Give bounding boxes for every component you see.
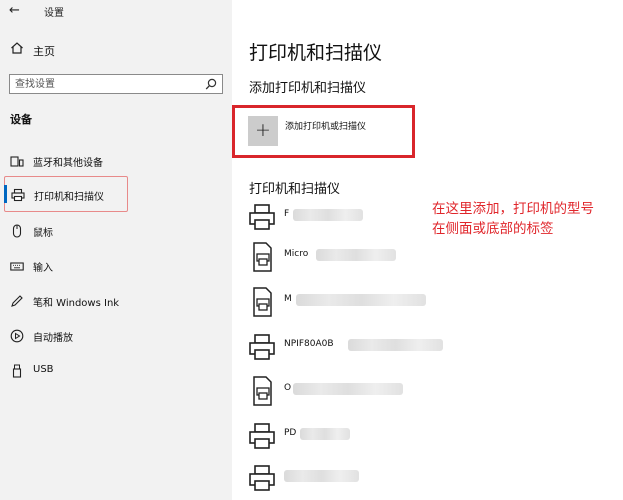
printer-list-item[interactable]: NPIF80A0B: [248, 331, 608, 367]
sidebar-item-label: 自动播放: [33, 333, 73, 344]
search-box[interactable]: [9, 74, 223, 94]
add-section-heading: 添加打印机和扫描仪: [249, 81, 367, 96]
sidebar-item-label: 打印机和扫描仪: [34, 192, 104, 203]
printer-list-item[interactable]: O: [248, 375, 608, 411]
printer-list-item[interactable]: [248, 462, 608, 498]
main-content: 打印机和扫描仪 添加打印机和扫描仪 + 添加打印机或扫描仪 打印机和扫描仪 F …: [232, 0, 623, 500]
settings-sidebar: ← 设置 主页 设备 蓝牙和其他设备 打印机和扫描仪: [0, 0, 232, 500]
sidebar-item-autoplay[interactable]: 自动播放: [0, 321, 232, 351]
printer-name: O: [284, 383, 292, 393]
sidebar-item-mouse[interactable]: 鼠标: [0, 216, 232, 246]
back-arrow-icon[interactable]: ←: [9, 3, 20, 18]
bluetooth-devices-icon: [10, 156, 24, 167]
printer-list-item[interactable]: M: [248, 286, 608, 322]
sidebar-item-label: 笔和 Windows Ink: [33, 298, 120, 309]
sidebar-item-label: 输入: [33, 263, 53, 274]
sidebar-item-home[interactable]: 主页: [0, 38, 232, 62]
printer-icon: [11, 188, 25, 202]
sidebar-item-typing[interactable]: 输入: [0, 251, 232, 281]
sidebar-item-bluetooth[interactable]: 蓝牙和其他设备: [0, 146, 232, 176]
redacted-text: [284, 470, 359, 482]
plus-icon: +: [255, 119, 271, 141]
sidebar-item-label: 鼠标: [33, 228, 53, 239]
printer-list-heading: 打印机和扫描仪: [249, 182, 341, 197]
home-icon: [11, 42, 23, 54]
printer-icon: [249, 204, 275, 230]
annotation-text: 在这里添加，打印机的型号在侧面或底部的标签: [432, 201, 594, 237]
redacted-text: [348, 339, 443, 351]
sidebar-item-printers[interactable]: 打印机和扫描仪: [4, 176, 128, 212]
section-title-devices: 设备: [10, 113, 32, 126]
sidebar-item-pen[interactable]: 笔和 Windows Ink: [0, 286, 232, 316]
printer-name: PD: [284, 428, 297, 438]
usb-icon: [12, 364, 22, 378]
printer-name: M: [284, 294, 292, 304]
mouse-icon: [12, 224, 22, 238]
sidebar-item-usb[interactable]: USB: [0, 356, 232, 386]
redacted-text: [316, 249, 396, 261]
redacted-text: [293, 383, 403, 395]
document-printer-icon: [253, 376, 272, 406]
redacted-text: [300, 428, 350, 440]
plus-tile[interactable]: +: [248, 116, 278, 146]
pen-icon: [11, 295, 23, 307]
keyboard-icon: [10, 262, 24, 271]
printer-name: Micro: [284, 249, 309, 259]
printer-name: F: [284, 209, 290, 219]
selection-indicator: [4, 185, 7, 203]
printer-name: NPIF80A0B: [284, 339, 334, 349]
redacted-text: [296, 294, 426, 306]
printer-list-item[interactable]: PD: [248, 420, 608, 456]
sidebar-item-label: 主页: [33, 45, 55, 58]
printer-icon: [249, 465, 275, 491]
redacted-text: [293, 209, 363, 221]
autoplay-icon: [10, 329, 24, 343]
sidebar-item-label: 蓝牙和其他设备: [33, 158, 103, 169]
add-printer-button[interactable]: + 添加打印机或扫描仪: [248, 116, 408, 146]
app-title: 设置: [44, 8, 64, 19]
add-printer-label: 添加打印机或扫描仪: [285, 122, 367, 132]
search-input[interactable]: [15, 77, 195, 91]
document-printer-icon: [253, 242, 272, 272]
sidebar-item-label: USB: [33, 364, 54, 375]
printer-icon: [249, 334, 275, 360]
printer-list-item[interactable]: Micro: [248, 241, 608, 277]
title-bar: ← 设置: [0, 0, 232, 24]
printer-icon: [249, 423, 275, 449]
page-title: 打印机和扫描仪: [249, 42, 383, 64]
search-icon[interactable]: [205, 78, 217, 90]
document-printer-icon: [253, 287, 272, 317]
